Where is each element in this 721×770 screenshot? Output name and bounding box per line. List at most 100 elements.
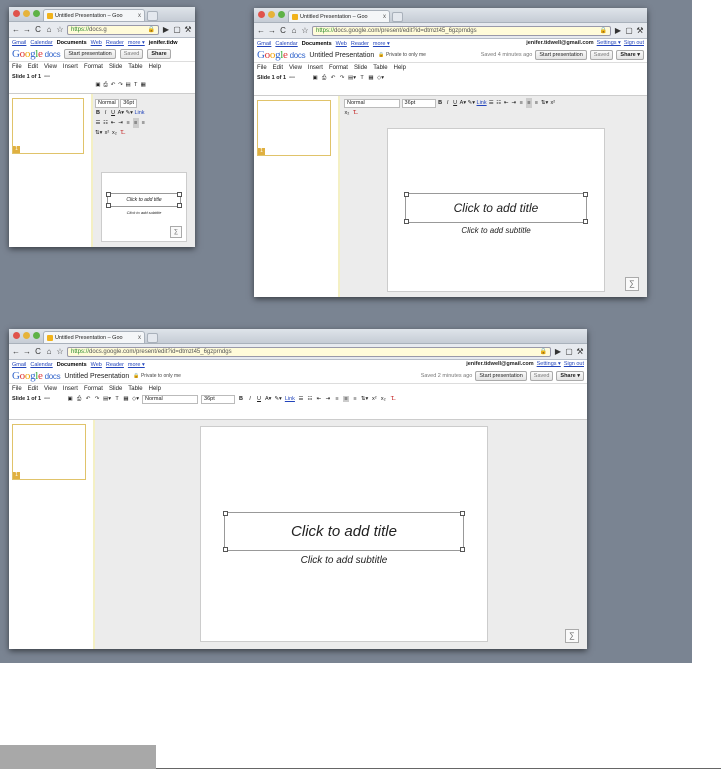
indent-less-icon[interactable]: ⇤ bbox=[316, 396, 322, 402]
wrench-icon[interactable]: ⚒ bbox=[576, 347, 584, 357]
menu-help[interactable]: Help bbox=[149, 64, 161, 70]
back-icon[interactable]: ← bbox=[12, 347, 20, 357]
underline-button[interactable]: U bbox=[452, 98, 458, 108]
play-icon[interactable]: ▶ bbox=[554, 347, 562, 357]
line-spacing-icon[interactable]: ⇅▾ bbox=[361, 396, 368, 402]
title-placeholder[interactable]: Click to add title bbox=[404, 192, 588, 224]
bold-button[interactable]: B bbox=[95, 108, 101, 118]
resize-handle[interactable] bbox=[583, 192, 588, 197]
new-tab-button[interactable] bbox=[147, 11, 158, 21]
title-placeholder[interactable]: Click to add title bbox=[106, 192, 182, 208]
home-icon[interactable]: ⌂ bbox=[45, 347, 53, 357]
new-tab-button[interactable] bbox=[147, 333, 158, 343]
link-button[interactable]: Link bbox=[134, 108, 144, 118]
menu-slide[interactable]: Slide bbox=[109, 64, 122, 70]
print-icon[interactable]: ⎙ bbox=[76, 396, 82, 403]
menu-edit[interactable]: Edit bbox=[273, 65, 283, 71]
page-menu-icon[interactable]: ▢ bbox=[173, 25, 181, 35]
gbar-link-calendar[interactable]: Calendar bbox=[30, 362, 52, 368]
superscript-icon[interactable]: x² bbox=[104, 128, 110, 138]
menu-format[interactable]: Format bbox=[84, 386, 103, 392]
align-right-icon[interactable]: ≡ bbox=[352, 396, 358, 402]
browser-tab[interactable]: Untitled Presentation – Goo x bbox=[43, 9, 145, 21]
align-center-icon[interactable]: ≡ bbox=[525, 98, 532, 108]
menu-table[interactable]: Table bbox=[373, 65, 387, 71]
highlight-icon[interactable]: ✎▾ bbox=[274, 396, 281, 402]
slide-thumbnail[interactable]: 1 bbox=[257, 100, 331, 156]
gbar-link-reader[interactable]: Reader bbox=[106, 40, 124, 46]
align-center-icon[interactable]: ≡ bbox=[132, 118, 139, 128]
sign-out-link[interactable]: Sign out bbox=[564, 361, 584, 367]
bold-button[interactable]: B bbox=[238, 396, 244, 402]
google-docs-logo[interactable]: Google docs bbox=[257, 49, 306, 61]
indent-more-icon[interactable]: ⇥ bbox=[511, 98, 517, 108]
slide-page[interactable]: Click to add title Click to add subtitle… bbox=[101, 172, 187, 242]
style-select[interactable]: Normal bbox=[344, 99, 400, 108]
subscript-icon[interactable]: x₂ bbox=[344, 108, 350, 118]
clear-format-icon[interactable]: T̶ bbox=[389, 396, 395, 402]
indent-less-icon[interactable]: ⇤ bbox=[110, 118, 116, 128]
privacy-status[interactable]: 🔒 Private to only me bbox=[133, 373, 181, 379]
line-spacing-icon[interactable]: ⇅▾ bbox=[541, 98, 548, 108]
text-color-icon[interactable]: A▾ bbox=[265, 396, 271, 402]
save-icon[interactable]: ▣ bbox=[67, 396, 73, 402]
subtitle-placeholder[interactable]: Click to add subtitle bbox=[201, 555, 487, 566]
browser-tab[interactable]: Untitled Presentation – Goo x bbox=[43, 331, 145, 343]
gbar-link-web[interactable]: Web bbox=[91, 40, 102, 46]
save-icon[interactable]: ▣ bbox=[312, 75, 318, 81]
shape-icon[interactable]: ◇▾ bbox=[377, 75, 384, 81]
browser-tab[interactable]: Untitled Presentation – Goo x bbox=[288, 10, 390, 22]
subtitle-placeholder[interactable]: Click to add subtitle bbox=[102, 210, 186, 215]
menu-insert[interactable]: Insert bbox=[63, 64, 78, 70]
play-icon[interactable]: ▶ bbox=[614, 26, 622, 36]
close-tab-icon[interactable]: x bbox=[383, 14, 386, 20]
menu-insert[interactable]: Insert bbox=[308, 65, 323, 71]
resize-handle[interactable] bbox=[404, 219, 409, 224]
close-window-icon[interactable] bbox=[258, 11, 265, 18]
slide-controls-icon[interactable]: ▫▫▫ bbox=[289, 75, 295, 81]
text-color-icon[interactable]: A▾ bbox=[118, 108, 124, 118]
gbar-link-gmail[interactable]: Gmail bbox=[257, 41, 271, 47]
size-select[interactable]: 36pt bbox=[201, 394, 236, 404]
zoom-window-icon[interactable] bbox=[33, 10, 40, 17]
line-spacing-icon[interactable]: ⇅▾ bbox=[95, 128, 102, 138]
wrench-icon[interactable]: ⚒ bbox=[636, 26, 644, 36]
reload-icon[interactable]: C bbox=[34, 347, 42, 357]
play-icon[interactable]: ▶ bbox=[162, 25, 170, 35]
settings-link[interactable]: Settings ▾ bbox=[597, 40, 621, 46]
resize-handle[interactable] bbox=[223, 511, 228, 516]
highlight-icon[interactable]: ✎▾ bbox=[468, 98, 475, 108]
bulleted-list-icon[interactable]: ☷ bbox=[496, 98, 502, 108]
menu-table[interactable]: Table bbox=[128, 64, 142, 70]
insert-slide-icon[interactable]: ▤▾ bbox=[103, 396, 111, 402]
underline-button[interactable]: U bbox=[256, 396, 262, 402]
bold-button[interactable]: B bbox=[437, 98, 443, 108]
align-right-icon[interactable]: ≡ bbox=[533, 98, 539, 108]
undo-icon[interactable]: ↶ bbox=[110, 82, 116, 88]
menu-format[interactable]: Format bbox=[329, 65, 348, 71]
minimize-window-icon[interactable] bbox=[268, 11, 275, 18]
menu-file[interactable]: File bbox=[12, 386, 22, 392]
redo-icon[interactable]: ↷ bbox=[118, 82, 124, 88]
image-icon[interactable]: ▦ bbox=[140, 82, 146, 88]
align-left-icon[interactable]: ≡ bbox=[518, 98, 524, 108]
address-bar[interactable]: https:// docs.google.com/present/edit?id… bbox=[67, 346, 551, 357]
undo-icon[interactable]: ↶ bbox=[330, 75, 336, 81]
bulleted-list-icon[interactable]: ☷ bbox=[307, 396, 313, 402]
zoom-window-icon[interactable] bbox=[278, 11, 285, 18]
start-presentation-button[interactable]: Start presentation bbox=[475, 371, 527, 381]
wrench-icon[interactable]: ⚒ bbox=[184, 25, 192, 35]
document-title[interactable]: Untitled Presentation bbox=[309, 52, 374, 59]
page-menu-icon[interactable]: ▢ bbox=[565, 347, 573, 357]
gbar-link-more[interactable]: more ▾ bbox=[128, 40, 145, 46]
text-color-icon[interactable]: A▾ bbox=[460, 98, 466, 108]
text-icon[interactable]: T bbox=[133, 82, 139, 88]
gbar-link-documents[interactable]: Documents bbox=[57, 362, 87, 368]
slide-controls-icon[interactable]: ▫▫▫ bbox=[44, 396, 50, 402]
style-select[interactable]: Normal bbox=[95, 99, 119, 108]
address-bar[interactable]: https:// docs.g 🔒 bbox=[67, 24, 159, 35]
gbar-link-reader[interactable]: Reader bbox=[106, 362, 124, 368]
menu-slide[interactable]: Slide bbox=[109, 386, 122, 392]
gbar-link-documents[interactable]: Documents bbox=[302, 41, 332, 47]
new-tab-button[interactable] bbox=[392, 12, 403, 22]
